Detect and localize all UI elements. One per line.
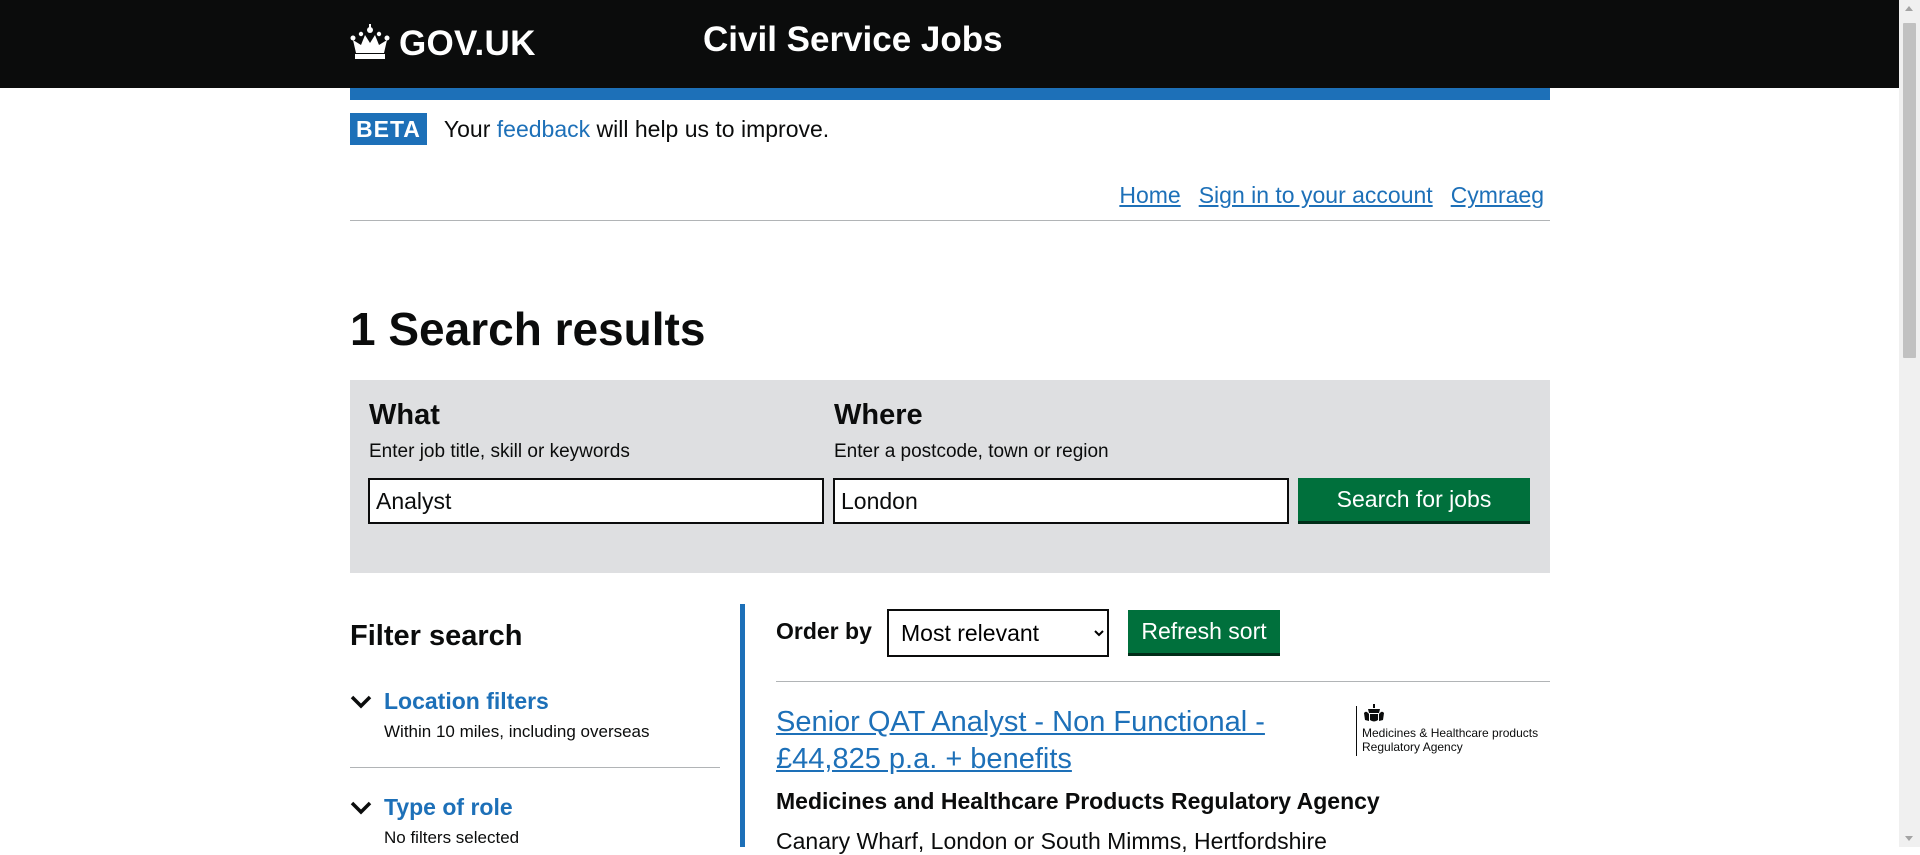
- chevron-down-icon: [350, 695, 372, 709]
- nav-link-sign-in[interactable]: Sign in to your account: [1199, 182, 1433, 209]
- chevron-down-icon: [350, 801, 372, 815]
- results-left-border: [740, 604, 745, 847]
- nav-link-home[interactable]: Home: [1119, 182, 1180, 209]
- agency-logo: Medicines & Healthcare products Regulator…: [1356, 704, 1550, 756]
- job-department: Medicines and Healthcare Products Regula…: [776, 788, 1380, 814]
- what-label: What: [369, 399, 440, 431]
- page-scrollbar[interactable]: [1899, 0, 1920, 847]
- filter-type-of-role-label[interactable]: Type of role: [384, 794, 513, 821]
- agency-logo-line2: Regulatory Agency: [1362, 740, 1463, 754]
- what-hint: Enter job title, skill or keywords: [369, 441, 630, 462]
- nav-divider: [350, 220, 1550, 221]
- phase-text-before: Your: [443, 115, 497, 142]
- agency-logo-bar: [1356, 706, 1357, 756]
- scroll-up-icon[interactable]: [1905, 6, 1913, 11]
- header-blue-bar: [350, 88, 1550, 100]
- service-name[interactable]: Civil Service Jobs: [703, 20, 1003, 60]
- account-nav: Home Sign in to your account Cymraeg: [1119, 182, 1544, 209]
- refresh-sort-button[interactable]: Refresh sort: [1128, 610, 1280, 653]
- agency-logo-text: Medicines & Healthcare products Regulator…: [1362, 726, 1538, 754]
- page-title: 1 Search results: [350, 303, 706, 355]
- scrollbar-thumb[interactable]: [1903, 23, 1916, 358]
- phase-text-after: will help us to improve.: [590, 115, 830, 142]
- order-by-select[interactable]: Most relevant: [887, 609, 1109, 657]
- filter-divider: [350, 767, 720, 768]
- job-title-link[interactable]: Senior QAT Analyst - Non Functional - £4…: [776, 704, 1296, 778]
- search-for-jobs-button[interactable]: Search for jobs: [1298, 478, 1530, 521]
- what-input[interactable]: [368, 478, 824, 524]
- scroll-down-icon[interactable]: [1905, 836, 1913, 841]
- site-header: GOV.UK Civil Service Jobs: [0, 0, 1899, 88]
- nav-link-cymraeg[interactable]: Cymraeg: [1451, 182, 1544, 209]
- govuk-logo-link[interactable]: GOV.UK: [349, 20, 536, 68]
- filter-location-label[interactable]: Location filters: [384, 688, 549, 715]
- phase-banner-text: Your feedback will help us to improve.: [444, 116, 829, 143]
- crown-icon: [350, 24, 390, 59]
- where-input[interactable]: [833, 478, 1289, 524]
- results-divider: [776, 681, 1550, 682]
- filter-type-of-role-summary: No filters selected: [384, 828, 520, 847]
- phase-banner: BETA Your feedback will help us to impro…: [350, 113, 829, 145]
- where-hint: Enter a postcode, town or region: [834, 441, 1109, 462]
- search-panel: What Enter job title, skill or keywords …: [350, 380, 1550, 573]
- govuk-logo-text: GOV.UK: [399, 24, 536, 63]
- where-label: Where: [834, 399, 923, 431]
- beta-tag: BETA: [350, 113, 427, 145]
- filter-location-summary: Within 10 miles, including overseas: [384, 722, 650, 741]
- feedback-link[interactable]: feedback: [497, 116, 590, 142]
- royal-crest-icon: [1364, 704, 1384, 722]
- filter-title: Filter search: [350, 620, 523, 652]
- agency-logo-line1: Medicines & Healthcare products: [1362, 726, 1539, 740]
- job-location: Canary Wharf, London or South Mimms, Her…: [776, 828, 1327, 854]
- order-by-label: Order by: [776, 618, 872, 644]
